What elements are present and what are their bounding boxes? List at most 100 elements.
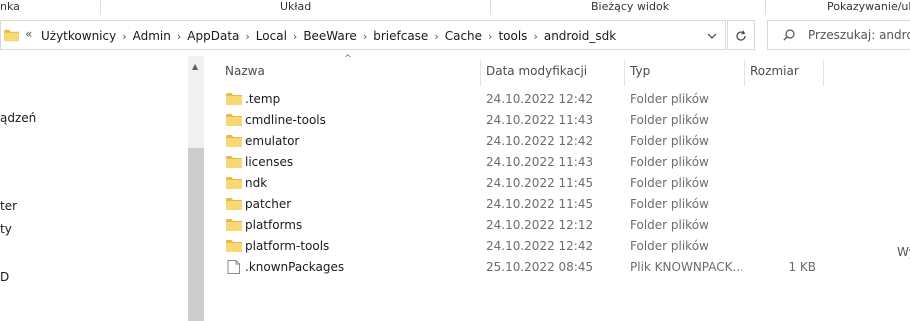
folder-icon [226, 93, 242, 105]
file-date: 24.10.2022 12:42 [486, 92, 594, 106]
details-pane-hint: Wy [897, 245, 910, 259]
breadcrumb-separator-icon[interactable]: › [293, 30, 297, 43]
folder-icon [226, 198, 242, 210]
nav-item[interactable]: ty [0, 222, 12, 236]
navigation-scrollbar[interactable]: ▲ [188, 56, 204, 321]
breadcrumb-separator-icon[interactable]: › [363, 30, 367, 43]
folder-icon [226, 240, 242, 252]
breadcrumb-separator-icon[interactable]: › [245, 30, 249, 43]
ribbon-group-labels: nka Układ Bieżący widok Pokazywanie/uk [0, 0, 910, 16]
breadcrumb-item[interactable]: BeeWare [303, 29, 357, 43]
column-header-type[interactable]: Typ [630, 56, 650, 86]
file-row[interactable]: licenses 24.10.2022 11:43 Folder plików [204, 152, 844, 173]
breadcrumb-separator-icon[interactable]: › [488, 30, 492, 43]
file-date: 24.10.2022 11:45 [486, 197, 594, 211]
navigation-pane: ądzeń ter ty D [0, 56, 188, 321]
breadcrumb-item[interactable]: briefcase [373, 29, 428, 43]
file-list: .temp 24.10.2022 12:42 Folder plików cmdlin… [204, 89, 844, 278]
file-row[interactable]: platform-tools 24.10.2022 12:42 Folder pli… [204, 236, 844, 257]
nav-item[interactable]: D [0, 270, 9, 284]
file-date: 24.10.2022 11:45 [486, 176, 594, 190]
file-type: Folder plików [630, 239, 709, 253]
file-row[interactable]: .knownPackages 25.10.2022 08:45 Plik KNOWN… [204, 257, 844, 278]
column-divider[interactable] [823, 60, 824, 86]
file-row[interactable]: cmdline-tools 24.10.2022 11:43 Folder plik… [204, 110, 844, 131]
ribbon-group-label: Układ [280, 0, 312, 13]
breadcrumb-item[interactable]: Cache [445, 29, 482, 43]
file-name[interactable]: .knownPackages [245, 257, 344, 278]
file-row[interactable]: platforms 24.10.2022 12:12 Folder plików [204, 215, 844, 236]
column-header-name[interactable]: Nazwa [225, 56, 265, 86]
file-name[interactable]: licenses [245, 152, 293, 173]
breadcrumb-separator-icon[interactable]: › [533, 30, 537, 43]
refresh-button[interactable] [727, 20, 755, 50]
folder-icon [226, 135, 242, 147]
file-name[interactable]: patcher [245, 194, 291, 215]
folder-icon [4, 29, 19, 42]
address-bar[interactable]: « Użytkownicy › Admin › AppData › Local … [0, 20, 726, 50]
breadcrumb-item[interactable]: Użytkownicy [41, 29, 116, 43]
file-name[interactable]: .temp [245, 89, 280, 110]
scrollbar-thumb[interactable] [188, 148, 204, 321]
ribbon-divider [765, 0, 766, 14]
file-name[interactable]: platforms [245, 215, 302, 236]
file-name[interactable]: cmdline-tools [245, 110, 326, 131]
file-row[interactable]: patcher 24.10.2022 11:45 Folder plików [204, 194, 844, 215]
folder-icon [226, 219, 242, 231]
file-date: 24.10.2022 11:43 [486, 113, 594, 127]
column-header-size[interactable]: Rozmiar [750, 56, 799, 86]
overflow-chevron-icon[interactable]: « [25, 27, 32, 41]
file-type: Folder plików [630, 155, 709, 169]
file-type: Folder plików [630, 176, 709, 190]
file-type: Folder plików [630, 134, 709, 148]
address-history-dropdown[interactable] [701, 26, 723, 46]
breadcrumb-item[interactable]: Local [256, 29, 287, 43]
file-date: 24.10.2022 12:42 [486, 239, 594, 253]
search-box[interactable] [767, 20, 910, 50]
file-row[interactable]: ndk 24.10.2022 11:45 Folder plików [204, 173, 844, 194]
ribbon-group-label: nka [0, 0, 20, 13]
file-row[interactable]: emulator 24.10.2022 12:42 Folder plików [204, 131, 844, 152]
column-divider[interactable] [744, 60, 745, 86]
address-bar-row: « Użytkownicy › Admin › AppData › Local … [0, 20, 910, 52]
file-type: Folder plików [630, 218, 709, 232]
nav-item[interactable]: ter [0, 199, 17, 213]
column-header-date[interactable]: Data modyfikacji [486, 56, 587, 86]
scroll-up-icon[interactable]: ▲ [192, 62, 198, 71]
file-type: Folder plików [630, 113, 709, 127]
ribbon-group-label: Bieżący widok [591, 0, 670, 13]
breadcrumb-item-current[interactable]: android_sdk [544, 29, 616, 43]
file-name[interactable]: platform-tools [245, 236, 329, 257]
breadcrumb-item[interactable]: tools [498, 29, 527, 43]
search-input[interactable] [808, 21, 910, 49]
breadcrumb-item[interactable]: AppData [187, 29, 239, 43]
column-divider[interactable] [624, 60, 625, 86]
ribbon-divider [490, 0, 491, 14]
file-date: 24.10.2022 12:42 [486, 134, 594, 148]
file-size: 1 KB [788, 260, 816, 274]
file-name[interactable]: emulator [245, 131, 299, 152]
file-type: Plik KNOWNPACK... [630, 260, 742, 274]
nav-item[interactable]: ądzeń [0, 111, 36, 125]
breadcrumb: Użytkownicy › Admin › AppData › Local › … [41, 21, 616, 51]
file-type: Folder plików [630, 197, 709, 211]
column-headers: ^ Nazwa Data modyfikacji Typ Rozmiar [204, 54, 844, 86]
breadcrumb-separator-icon[interactable]: › [434, 30, 438, 43]
folder-icon [226, 114, 242, 126]
ribbon-group-label: Pokazywanie/uk [827, 0, 910, 13]
file-icon [227, 260, 240, 274]
file-row[interactable]: .temp 24.10.2022 12:42 Folder plików [204, 89, 844, 110]
refresh-icon [736, 30, 746, 41]
sort-ascending-icon: ^ [344, 54, 352, 64]
column-divider[interactable] [480, 60, 481, 86]
folder-icon [226, 177, 242, 189]
file-name[interactable]: ndk [245, 173, 267, 194]
file-type: Folder plików [630, 92, 709, 106]
breadcrumb-item[interactable]: Admin [133, 29, 171, 43]
breadcrumb-separator-icon[interactable]: › [122, 30, 126, 43]
breadcrumb-separator-icon[interactable]: › [177, 30, 181, 43]
chevron-down-icon [707, 33, 717, 39]
file-date: 24.10.2022 12:12 [486, 218, 594, 232]
folder-icon [226, 156, 242, 168]
search-icon [783, 29, 795, 41]
